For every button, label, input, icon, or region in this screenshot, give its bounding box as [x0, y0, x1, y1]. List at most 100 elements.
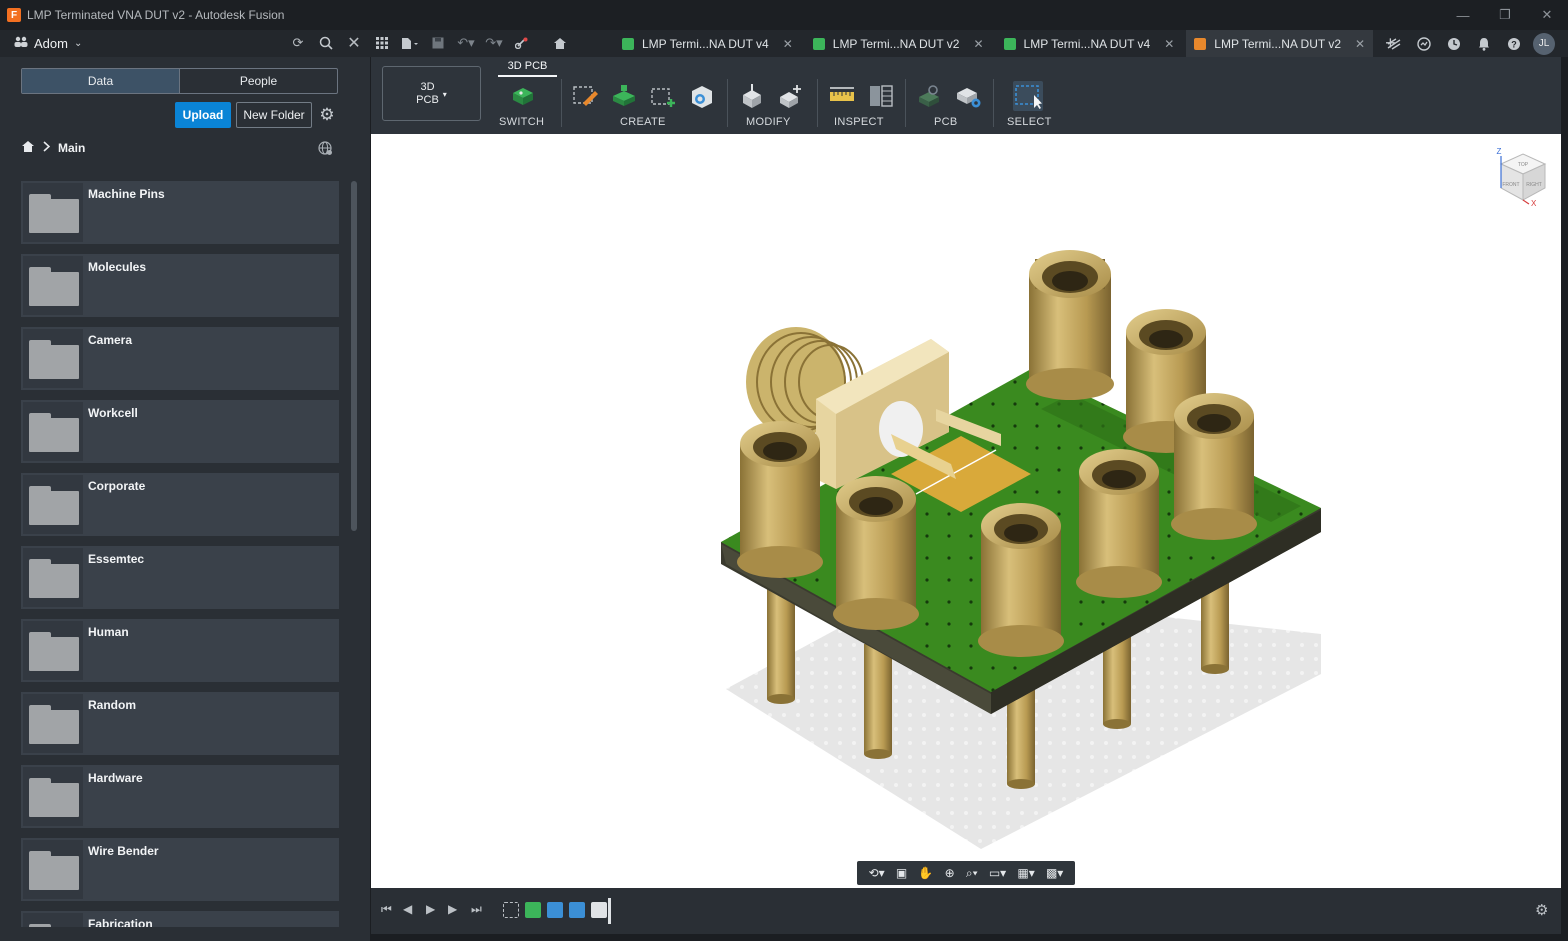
folder-item[interactable]: Hardware — [21, 765, 339, 828]
move-icon[interactable] — [776, 81, 806, 111]
3d-viewport[interactable]: TOP FRONT RIGHT Z X ⟲▾ ▣ ✋ ⊕ ⌕▾ ▭▾ ▦▾ ▩▾ — [371, 134, 1561, 888]
pan-icon[interactable]: ✋ — [918, 866, 933, 880]
window-title: LMP Terminated VNA DUT v2 - Autodesk Fus… — [27, 8, 285, 22]
sketch-icon[interactable] — [570, 81, 600, 111]
pcb-model[interactable]: TOP FRONT RIGHT Z X — [371, 134, 1561, 888]
zoom-icon[interactable]: ⊕ — [945, 866, 955, 880]
job-status-icon[interactable] — [1410, 32, 1438, 56]
help-icon[interactable]: ? — [1500, 32, 1528, 56]
schematic-icon — [812, 37, 825, 50]
app-bar: Adom ⌄ ⟳ ✕ ↶▾ ↷▾ LMP Termi...NA DUT v4 ✕ — [0, 30, 1568, 57]
viewcube[interactable]: TOP FRONT RIGHT Z X — [1497, 147, 1547, 208]
breadcrumb: Main — [21, 140, 85, 156]
new-folder-button[interactable]: New Folder — [236, 102, 312, 128]
step-back-icon[interactable]: ◀ — [403, 902, 412, 916]
gear-icon[interactable]: ⚙ — [317, 104, 337, 126]
group-select[interactable]: SELECT — [1007, 116, 1052, 128]
minimize-button[interactable]: — — [1442, 0, 1484, 30]
select-icon[interactable] — [1013, 81, 1043, 111]
gear-icon[interactable]: ⚙ — [1535, 901, 1548, 919]
step-forward-icon[interactable]: ▶ — [448, 902, 457, 916]
folder-item[interactable]: Human — [21, 619, 339, 682]
user-profile[interactable]: JL — [1530, 32, 1558, 56]
look-at-icon[interactable]: ▣ — [896, 866, 907, 880]
group-switch[interactable]: SWITCH — [499, 116, 544, 128]
timeline-image-icon[interactable] — [547, 902, 563, 918]
group-pcb[interactable]: PCB — [934, 116, 958, 128]
upload-button[interactable]: Upload — [175, 102, 231, 128]
globe-icon[interactable] — [318, 141, 333, 159]
document-tab-active[interactable]: LMP Termi...NA DUT v2 ✕ — [1186, 30, 1374, 57]
breadcrumb-current[interactable]: Main — [58, 141, 85, 155]
measure-icon[interactable] — [827, 81, 857, 111]
home-icon[interactable] — [546, 31, 574, 55]
tab-label: LMP Termi...NA DUT v4 — [1023, 36, 1151, 51]
folder-item[interactable]: Machine Pins — [21, 181, 339, 244]
home-icon[interactable] — [21, 140, 35, 156]
close-button[interactable]: ✕ — [1526, 0, 1568, 30]
go-to-end-icon[interactable]: ⏭ — [471, 902, 482, 917]
close-tab-icon[interactable]: ✕ — [1164, 37, 1174, 51]
scrollbar[interactable] — [351, 181, 357, 531]
add-outline-icon[interactable] — [648, 81, 678, 111]
pcb-push-icon[interactable] — [914, 81, 944, 111]
workspace-switcher[interactable]: 3D PCB ▾ — [382, 66, 481, 121]
timeline-marker[interactable] — [608, 898, 611, 924]
link-icon[interactable] — [508, 31, 536, 55]
close-panel-icon[interactable]: ✕ — [340, 31, 368, 55]
axis-z-label: Z — [1497, 147, 1502, 156]
folder-item[interactable]: Fabrication — [21, 911, 339, 927]
document-tab[interactable]: LMP Termi...NA DUT v4 ✕ — [996, 30, 1183, 57]
timeline-image-icon[interactable] — [569, 902, 585, 918]
fit-icon[interactable]: ⌕▾ — [966, 866, 978, 881]
folder-item[interactable]: Wire Bender — [21, 838, 339, 901]
timeline-sketch-icon[interactable] — [503, 902, 519, 918]
folder-item[interactable]: Corporate — [21, 473, 339, 536]
close-tab-icon[interactable]: ✕ — [783, 37, 793, 51]
timeline-board-icon[interactable] — [525, 902, 541, 918]
tab-people[interactable]: People — [179, 69, 337, 93]
folder-item[interactable]: Workcell — [21, 400, 339, 463]
folder-item[interactable]: Camera — [21, 327, 339, 390]
axis-x-label: X — [1531, 199, 1537, 208]
pcb-icon — [1003, 37, 1016, 50]
team-switcher[interactable]: Adom ⌄ — [14, 36, 82, 51]
folder-item[interactable]: Molecules — [21, 254, 339, 317]
display-settings-icon[interactable]: ▭▾ — [989, 866, 1006, 880]
undo-icon[interactable]: ↶▾ — [452, 31, 480, 55]
tab-label: LMP Termi...NA DUT v2 — [832, 36, 960, 51]
section-analysis-icon[interactable] — [866, 81, 896, 111]
document-tab[interactable]: LMP Termi...NA DUT v2 ✕ — [805, 30, 992, 57]
document-tab[interactable]: LMP Termi...NA DUT v4 ✕ — [614, 30, 801, 57]
pcb-settings-icon[interactable] — [953, 81, 983, 111]
group-inspect[interactable]: INSPECT — [834, 116, 884, 128]
tab-data[interactable]: Data — [22, 69, 179, 93]
redo-icon[interactable]: ↷▾ — [480, 31, 508, 55]
viewports-icon[interactable]: ▩▾ — [1046, 866, 1063, 880]
folder-item[interactable]: Random — [21, 692, 339, 755]
play-icon[interactable]: ▶ — [426, 902, 435, 916]
notifications-icon[interactable] — [1470, 32, 1498, 56]
close-tab-icon[interactable]: ✕ — [973, 37, 983, 51]
switch-to-pcb-icon[interactable] — [508, 81, 538, 111]
go-to-start-icon[interactable]: ⏮ — [381, 902, 392, 917]
create-board-icon[interactable] — [609, 81, 639, 111]
timeline-derive-icon[interactable] — [591, 902, 607, 918]
orbit-icon[interactable]: ⟲▾ — [869, 866, 885, 880]
folder-item[interactable]: Essemtec — [21, 546, 339, 609]
grid-apps-icon[interactable] — [368, 31, 396, 55]
derive-icon[interactable] — [687, 81, 717, 111]
group-modify[interactable]: MODIFY — [746, 116, 791, 128]
tab-3d-pcb[interactable]: 3D PCB — [498, 60, 557, 77]
group-create[interactable]: CREATE — [620, 116, 666, 128]
refresh-icon[interactable]: ⟳ — [284, 31, 312, 55]
press-pull-icon[interactable] — [737, 81, 767, 111]
grid-settings-icon[interactable]: ▦▾ — [1017, 866, 1034, 880]
file-menu-icon[interactable] — [396, 31, 424, 55]
search-icon[interactable] — [312, 31, 340, 55]
restore-button[interactable]: ❐ — [1484, 0, 1526, 30]
extensions-icon[interactable] — [1380, 32, 1408, 56]
recent-icon[interactable] — [1440, 32, 1468, 56]
close-tab-icon[interactable]: ✕ — [1355, 37, 1365, 51]
save-icon[interactable] — [424, 31, 452, 55]
